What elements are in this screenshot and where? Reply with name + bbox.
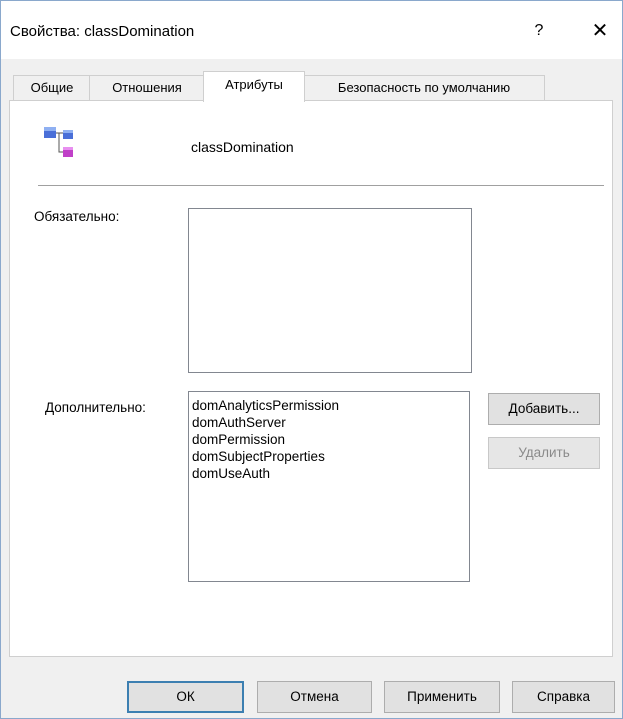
- apply-button[interactable]: Применить: [384, 681, 500, 713]
- ok-button[interactable]: ОК: [127, 681, 244, 713]
- list-item[interactable]: domAuthServer: [192, 414, 469, 431]
- list-item[interactable]: domSubjectProperties: [192, 448, 469, 465]
- tab-attributes[interactable]: Атрибуты: [203, 71, 305, 102]
- close-icon[interactable]: ✕: [585, 17, 615, 45]
- class-name: classDomination: [191, 139, 294, 155]
- list-item[interactable]: domUseAuth: [192, 465, 469, 482]
- properties-dialog: Свойства: classDomination ? ✕ Общие Отно…: [0, 0, 623, 719]
- header-separator: [38, 185, 604, 186]
- optional-label: Дополнительно:: [45, 400, 146, 415]
- class-hierarchy-icon: [44, 127, 73, 157]
- attributes-panel: classDomination Обязательно: Дополнитель…: [9, 100, 613, 657]
- mandatory-label: Обязательно:: [34, 209, 120, 224]
- title-bar: Свойства: classDomination ? ✕: [1, 1, 622, 59]
- remove-button[interactable]: Удалить: [488, 437, 600, 469]
- list-item[interactable]: domAnalyticsPermission: [192, 397, 469, 414]
- optional-attributes-list[interactable]: domAnalyticsPermission domAuthServer dom…: [188, 391, 470, 582]
- add-button[interactable]: Добавить...: [488, 393, 600, 425]
- list-item[interactable]: domPermission: [192, 431, 469, 448]
- mandatory-attributes-list[interactable]: [188, 208, 472, 373]
- tab-strip: Общие Отношения Атрибуты Безопасность по…: [9, 71, 613, 102]
- tab-general[interactable]: Общие: [13, 75, 91, 100]
- window-title: Свойства: classDomination: [10, 23, 195, 40]
- cancel-button[interactable]: Отмена: [257, 681, 372, 713]
- help-icon[interactable]: ?: [525, 17, 553, 45]
- tab-relations[interactable]: Отношения: [89, 75, 205, 100]
- tab-default-security[interactable]: Безопасность по умолчанию: [303, 75, 545, 100]
- help-button[interactable]: Справка: [512, 681, 615, 713]
